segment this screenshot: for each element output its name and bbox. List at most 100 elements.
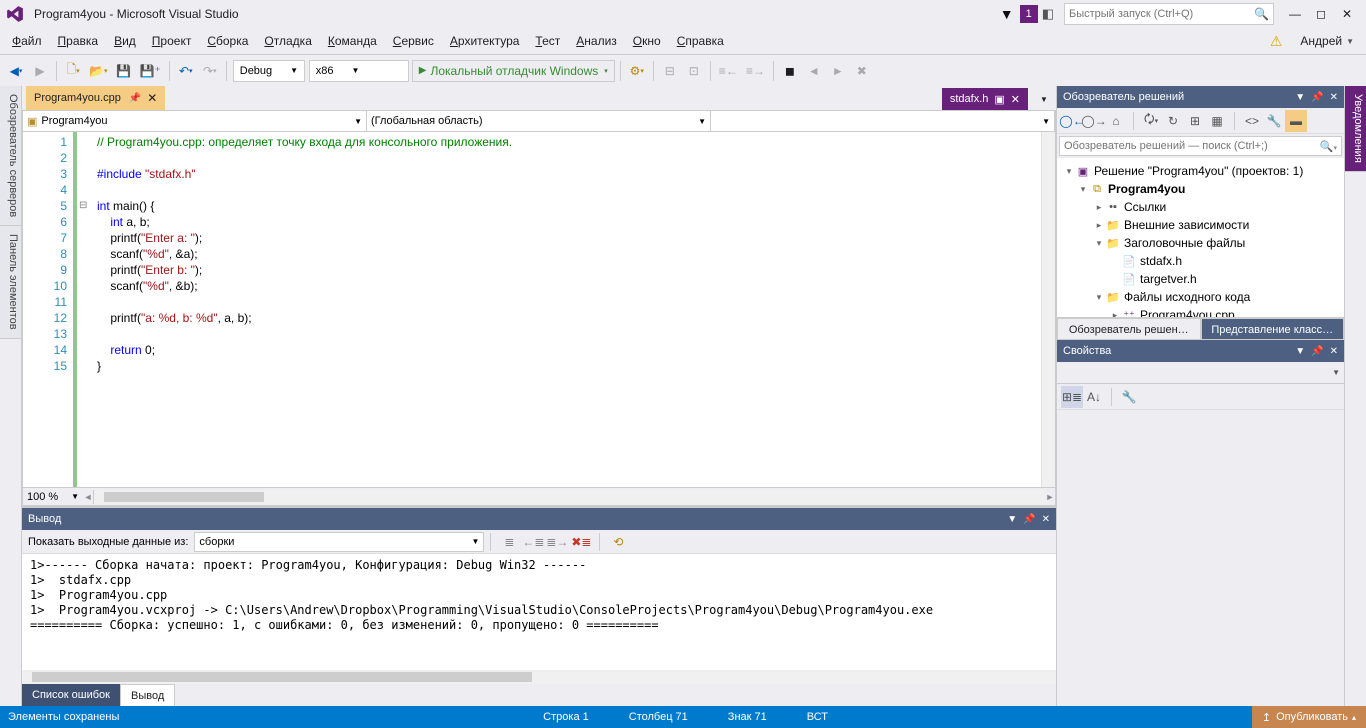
se-tab-active[interactable]: Обозреватель решен… <box>1057 318 1201 340</box>
start-debug-button[interactable]: ▶ Локальный отладчик Windows ▾ <box>412 60 615 82</box>
uncomment-button[interactable]: ⊡ <box>683 60 705 82</box>
error-list-tab[interactable]: Список ошибок <box>22 684 120 706</box>
prev-message-button[interactable]: ←≣ <box>522 532 544 552</box>
nav-back-button[interactable]: ◀▾ <box>5 60 27 82</box>
panel-menu-icon[interactable]: ▼ <box>1295 346 1305 357</box>
panel-menu-icon[interactable]: ▼ <box>1007 514 1017 525</box>
close-tab-icon[interactable]: ✕ <box>147 91 157 105</box>
output-panel-header[interactable]: Вывод ▼ 📌 ✕ <box>22 508 1056 530</box>
save-button[interactable]: 💾 <box>112 60 134 82</box>
solution-explorer-header[interactable]: Обозреватель решений ▼ 📌 ✕ <box>1057 86 1344 108</box>
scope-dropdown-right[interactable]: (Глобальная область) ▼ <box>367 111 711 131</box>
minimize-button[interactable]: — <box>1282 3 1308 25</box>
user-menu[interactable]: Андрей ▼ <box>1292 34 1362 48</box>
scope-dropdown-left[interactable]: ▣ Program4you ▼ <box>23 111 367 131</box>
tree-item[interactable]: ▾⧉Program4you <box>1059 180 1342 198</box>
tree-item[interactable]: 📄stdafx.h <box>1059 252 1342 270</box>
zoom-dropdown[interactable]: 100 %▼ <box>23 491 83 503</box>
clear-bookmarks-button[interactable]: ✖ <box>851 60 873 82</box>
undo-button[interactable]: ↶▾ <box>175 60 197 82</box>
menu-сервис[interactable]: Сервис <box>385 34 442 48</box>
preview-tab[interactable]: stdafx.h ▣ ✕ <box>942 88 1028 110</box>
feedback-icon[interactable]: ◧ <box>1042 6 1054 22</box>
next-bookmark-button[interactable]: ► <box>827 60 849 82</box>
se-search-input[interactable] <box>1064 140 1320 152</box>
close-panel-icon[interactable]: ✕ <box>1330 346 1338 357</box>
server-explorer-tab[interactable]: Обозреватель серверов <box>0 86 21 226</box>
categorized-button[interactable]: ⊞≣ <box>1061 386 1083 408</box>
new-project-button[interactable]: 🗋▾ <box>62 60 84 82</box>
close-panel-icon[interactable]: ✕ <box>1042 514 1050 525</box>
outdent-button[interactable]: ≡→ <box>743 60 768 82</box>
menu-проект[interactable]: Проект <box>144 34 200 48</box>
tree-item[interactable]: 📄targetver.h <box>1059 270 1342 288</box>
panel-menu-icon[interactable]: ▼ <box>1295 92 1305 103</box>
notifications-tab[interactable]: Уведомления <box>1345 86 1366 172</box>
comment-button[interactable]: ⊟ <box>659 60 681 82</box>
close-button[interactable]: ✕ <box>1334 3 1360 25</box>
redo-button[interactable]: ↷▾ <box>199 60 221 82</box>
close-preview-icon[interactable]: ✕ <box>1011 93 1020 106</box>
se-sync-button[interactable]: 🗘▾ <box>1140 110 1162 132</box>
tree-item[interactable]: ▾📁Заголовочные файлы <box>1059 234 1342 252</box>
pin-icon[interactable]: 📌 <box>129 93 141 104</box>
platform-dropdown[interactable]: x86▼ <box>309 60 409 82</box>
promote-icon[interactable]: ▣ <box>994 93 1004 106</box>
menu-окно[interactable]: Окно <box>625 34 669 48</box>
se-preview-button[interactable]: ▬ <box>1285 110 1307 132</box>
find-message-button[interactable]: ≣ <box>498 532 520 552</box>
publish-button[interactable]: ↥ Опубликовать ▴ <box>1252 706 1366 728</box>
process-button[interactable]: ⚙▾ <box>626 60 648 82</box>
se-showall-button[interactable]: ▦ <box>1206 110 1228 132</box>
quick-launch-box[interactable]: 🔍 <box>1064 3 1274 25</box>
warning-icon[interactable]: ⚠ <box>1270 33 1283 50</box>
output-h-scrollbar[interactable] <box>22 670 1056 684</box>
clear-output-button[interactable]: ✖≣ <box>570 532 592 552</box>
scroll-left-button[interactable]: ◄ <box>83 492 93 502</box>
maximize-button[interactable]: ◻ <box>1308 3 1334 25</box>
quick-launch-input[interactable] <box>1069 8 1254 20</box>
menu-файл[interactable]: Файл <box>4 34 50 48</box>
next-message-button[interactable]: ≣→ <box>546 532 568 552</box>
document-tab-active[interactable]: Program4you.cpp 📌 ✕ <box>26 86 165 110</box>
tab-overflow-button[interactable]: ▼ <box>1033 88 1055 110</box>
output-source-dropdown[interactable]: сборки ▼ <box>194 532 484 552</box>
code-editor[interactable]: 123456789101112131415 ⊟ // Program4you.c… <box>22 132 1056 488</box>
menu-правка[interactable]: Правка <box>50 34 107 48</box>
fold-column[interactable]: ⊟ <box>79 132 93 487</box>
search-icon[interactable]: 🔍 <box>1254 7 1269 21</box>
vertical-scrollbar[interactable] <box>1041 132 1055 487</box>
toolbox-tab[interactable]: Панель элементов <box>0 226 21 339</box>
pin-icon[interactable]: 📌 <box>1311 92 1323 103</box>
tree-item[interactable]: ▾📁Файлы исходного кода <box>1059 288 1342 306</box>
menu-справка[interactable]: Справка <box>669 34 732 48</box>
close-panel-icon[interactable]: ✕ <box>1330 92 1338 103</box>
solution-tree[interactable]: ▾▣Решение "Program4you" (проектов: 1)▾⧉P… <box>1057 158 1344 318</box>
props-wrench-button[interactable]: 🔧 <box>1118 386 1140 408</box>
menu-команда[interactable]: Команда <box>320 34 385 48</box>
flag-filter-icon[interactable]: ▼ <box>1000 6 1014 22</box>
se-forward-button[interactable]: ◯→ <box>1083 110 1105 132</box>
save-all-button[interactable]: 💾⁺ <box>136 60 163 82</box>
se-collapse-button[interactable]: ⊞ <box>1184 110 1206 132</box>
output-tab[interactable]: Вывод <box>120 684 175 706</box>
tree-item[interactable]: ▾▣Решение "Program4you" (проектов: 1) <box>1059 162 1342 180</box>
bookmark-button[interactable]: ◼ <box>779 60 801 82</box>
scroll-right-button[interactable]: ► <box>1045 492 1055 502</box>
alphabetical-button[interactable]: A↓ <box>1083 386 1105 408</box>
props-object-dropdown[interactable]: ▼ <box>1057 362 1344 384</box>
se-back-button[interactable]: ◯← <box>1061 110 1083 132</box>
indent-button[interactable]: ≡← <box>716 60 741 82</box>
notification-badge[interactable]: 1 <box>1020 5 1038 23</box>
config-dropdown[interactable]: Debug▼ <box>233 60 305 82</box>
search-icon[interactable]: 🔍▾ <box>1320 140 1337 153</box>
properties-header[interactable]: Свойства ▼ 📌 ✕ <box>1057 340 1344 362</box>
pin-icon[interactable]: 📌 <box>1311 346 1323 357</box>
menu-вид[interactable]: Вид <box>106 34 144 48</box>
menu-анализ[interactable]: Анализ <box>568 34 625 48</box>
tree-item[interactable]: ▸•▪Ссылки <box>1059 198 1342 216</box>
code-content[interactable]: // Program4you.cpp: определяет точку вхо… <box>93 132 1041 487</box>
se-home-button[interactable]: ⌂ <box>1105 110 1127 132</box>
output-text[interactable]: 1>------ Сборка начата: проект: Program4… <box>22 554 1056 670</box>
menu-тест[interactable]: Тест <box>527 34 568 48</box>
